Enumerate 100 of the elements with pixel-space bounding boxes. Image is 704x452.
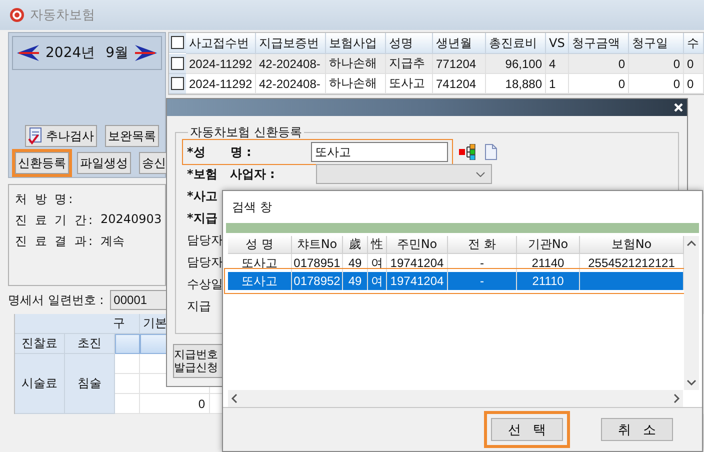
info-value: 계속 — [100, 233, 124, 250]
info-label: 진 료 기 간: — [15, 212, 94, 229]
info-value: 20240903 — [100, 212, 162, 228]
column-header[interactable]: 性 — [368, 236, 387, 254]
column-header[interactable]: 성 명 — [228, 236, 292, 254]
toolbar-button[interactable]: 파일생성 — [77, 152, 131, 174]
selected-cell[interactable] — [115, 334, 140, 354]
column-header: 구 — [15, 314, 140, 334]
table-cell: 0 — [569, 54, 629, 74]
table-cell: - — [480, 274, 484, 288]
group-title: 자동차보험 신환등록 — [189, 124, 303, 141]
info-label: 처 방 명: — [15, 191, 75, 208]
toolbar-button[interactable]: 보완목록 — [105, 125, 159, 147]
column-header[interactable]: 주민No — [387, 236, 448, 254]
grid-cell — [115, 394, 140, 414]
name-field[interactable]: 또사고 — [311, 142, 448, 162]
row-header: 초진 — [65, 334, 115, 354]
column-header[interactable]: 생년월 — [433, 33, 486, 54]
field-label: *지급 — [187, 210, 218, 226]
column-header[interactable]: 보험사업 — [326, 33, 386, 54]
table-cell: 1 — [546, 74, 569, 94]
table-cell: - — [480, 256, 484, 270]
table-cell: 또사고 — [386, 74, 433, 94]
table-cell: 또사고 — [242, 272, 278, 290]
table-cell: 지급추 — [386, 54, 433, 74]
table-cell: 여 — [371, 254, 383, 272]
table-cell: 또사고 — [242, 254, 278, 272]
table-cell: 49 — [348, 256, 362, 270]
column-header[interactable]: 사고접수번 — [186, 33, 256, 54]
table-cell: 21140 — [532, 256, 564, 270]
row-header: 시술료 — [15, 354, 65, 414]
chevron-down-icon — [476, 172, 485, 176]
toolbar-button[interactable]: 신환등록 — [15, 152, 69, 174]
field-label: *사고 — [187, 188, 218, 204]
table-cell: 여 — [371, 272, 383, 290]
column-header[interactable]: VS — [546, 33, 569, 54]
grid-cell: 0 — [140, 394, 210, 414]
table-cell: 741204 — [433, 74, 486, 94]
row-header: 진찰료 — [15, 334, 65, 354]
checkbox[interactable] — [171, 36, 184, 49]
table-cell: 96,100 — [486, 54, 546, 74]
horizontal-scrollbar[interactable] — [228, 390, 683, 407]
table-cell: 0 — [684, 54, 704, 74]
column-header[interactable]: 청구일 — [629, 33, 684, 54]
selected-row[interactable]: 또사고 0178952 49 여 19741204 - 21110 — [228, 272, 684, 290]
field-label: 담당자 — [187, 232, 223, 248]
close-icon[interactable] — [674, 103, 683, 112]
table-cell: 2554521212121 — [588, 256, 675, 270]
document-icon[interactable] — [485, 144, 497, 160]
column-header[interactable]: 총진료비 — [486, 33, 546, 54]
chevron-right-icon[interactable] — [674, 394, 680, 403]
column-header[interactable]: 보험No — [580, 236, 684, 254]
search-window-title: 검색 창 — [232, 198, 272, 216]
right-arrow-icon[interactable] — [133, 45, 157, 61]
issue-number-button[interactable]: 지급번호 발급신청 — [173, 344, 223, 378]
cancel-button[interactable]: 취 소 — [601, 418, 673, 441]
select-button[interactable]: 선 택 — [491, 418, 563, 441]
table-cell: 21110 — [532, 274, 564, 288]
table-cell: 0178951 — [294, 256, 340, 270]
column-header[interactable]: 수 — [684, 33, 704, 54]
table-cell: 19741204 — [390, 256, 444, 270]
column-header[interactable]: 歲 — [343, 236, 368, 254]
field-label: *보험 사업자 : — [187, 166, 276, 182]
toolbar-button[interactable]: 송신 — [139, 152, 169, 174]
column-header[interactable]: 성명 — [386, 33, 433, 54]
document-check-icon — [28, 127, 44, 145]
column-header[interactable]: 지급보증번 — [256, 33, 326, 54]
table-cell: 하나손해 — [326, 74, 386, 94]
table-cell: 하나손해 — [326, 54, 386, 74]
table-cell: 4 — [546, 54, 569, 74]
table-cell: 42-202408- — [256, 74, 326, 94]
table-cell: 42-202408- — [256, 54, 326, 74]
field-label: 수상일 — [187, 276, 223, 292]
table-cell: 0 — [629, 54, 684, 74]
chevron-down-icon[interactable] — [687, 380, 696, 386]
table-cell: 0178952 — [294, 274, 340, 288]
table-cell: 2024-11292 — [186, 54, 256, 74]
column-header[interactable]: 청구금액 — [569, 33, 629, 54]
column-header[interactable]: 챠트No — [292, 236, 343, 254]
field-label: *성 명 : — [187, 144, 252, 160]
chevron-up-icon[interactable] — [687, 240, 696, 246]
field-label: 담당자 — [187, 254, 223, 270]
info-label: 진 료 결 과: — [15, 233, 94, 250]
table-cell: 0 — [684, 74, 704, 94]
serial-label: 명세서 일련번호 : — [8, 292, 104, 308]
column-header[interactable]: 기관No — [517, 236, 580, 254]
checkbox[interactable] — [171, 57, 184, 70]
table-cell: 18,880 — [486, 74, 546, 94]
month-label: 2024년 9월 — [46, 44, 128, 62]
column-header[interactable]: 전 화 — [448, 236, 517, 254]
chevron-left-icon[interactable] — [231, 394, 237, 403]
app-logo-icon — [10, 8, 24, 22]
toolbar-button[interactable]: 추나검사 — [25, 125, 97, 147]
left-arrow-icon[interactable] — [17, 45, 41, 61]
vertical-scrollbar[interactable] — [684, 236, 699, 390]
table-cell: 0 — [629, 74, 684, 94]
row-header: 침술 — [65, 354, 115, 414]
checkbox[interactable] — [171, 77, 184, 90]
grid-cell — [115, 374, 140, 394]
result-row[interactable]: 또사고 0178951 49 여 19741204 - 21140 2554521212121 — [228, 254, 684, 272]
